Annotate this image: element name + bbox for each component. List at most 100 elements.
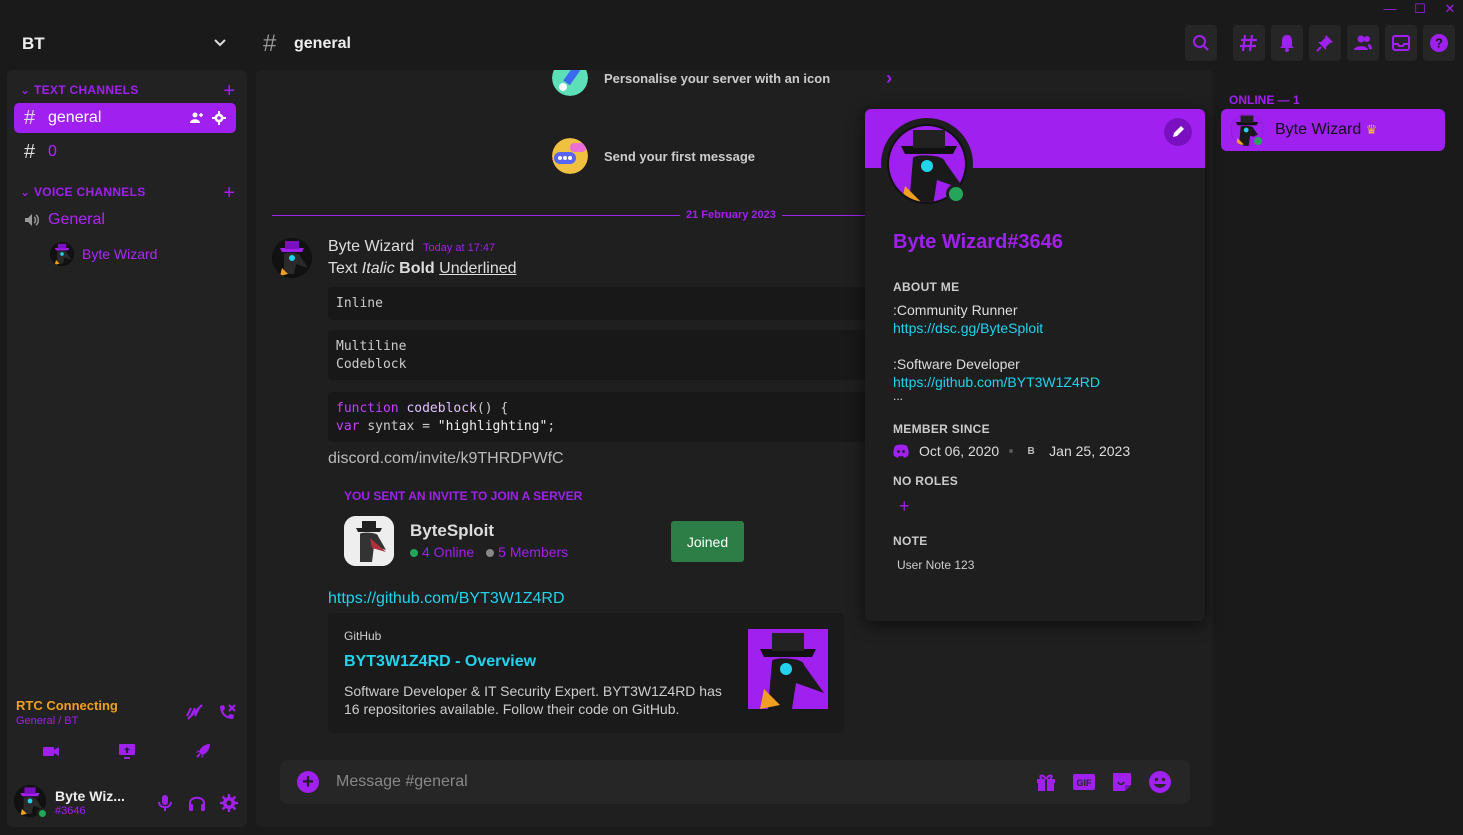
bell-icon xyxy=(1280,35,1294,52)
member-group-header: ONLINE — 1 xyxy=(1229,93,1300,107)
rtc-actions xyxy=(185,702,237,722)
add-voice-channel-button[interactable]: + xyxy=(223,183,235,203)
message-timestamp: Today at 17:47 xyxy=(423,242,496,254)
welcome-item-server-icon[interactable]: Personalise your server with an icon › xyxy=(552,70,892,96)
embed-thumbnail[interactable] xyxy=(748,629,828,709)
online-count-text: 4 Online xyxy=(422,544,475,560)
window-controls: — ☐ ✕ xyxy=(1383,2,1457,16)
gift-icon[interactable] xyxy=(1034,770,1058,794)
inbox-button[interactable] xyxy=(1385,25,1417,61)
pin-icon xyxy=(1316,35,1333,52)
invite-stats: 4 Online 5 Members xyxy=(410,544,568,560)
help-button[interactable]: ? xyxy=(1423,25,1455,61)
voice-channel-general[interactable]: General xyxy=(14,205,236,235)
profile-avatar[interactable] xyxy=(881,118,973,210)
pinned-button[interactable] xyxy=(1309,25,1341,61)
profile-tag: Byte Wizard#3646 xyxy=(893,231,1063,253)
screen-share-icon[interactable] xyxy=(118,742,136,760)
voice-user[interactable]: Byte Wizard xyxy=(50,242,157,266)
about-line: :Software Developer xyxy=(893,356,1020,372)
embed-title[interactable]: BYT3W1Z4RD - Overview xyxy=(344,653,536,671)
user-controls xyxy=(155,793,239,813)
code-keyword: function xyxy=(336,401,399,416)
notifications-button[interactable] xyxy=(1271,25,1303,61)
code-text: Inline xyxy=(336,296,383,311)
search-button[interactable] xyxy=(1185,25,1217,61)
channel-title: general xyxy=(294,35,351,52)
disconnect-icon[interactable] xyxy=(217,702,237,722)
rtc-location[interactable]: General / BT xyxy=(16,715,118,727)
microphone-icon[interactable] xyxy=(155,793,175,813)
about-link[interactable]: https://dsc.gg/ByteSploit xyxy=(893,320,1043,336)
note-label: NOTE xyxy=(893,534,928,548)
invite-link[interactable]: discord.com/invite/k9THRDPWfC xyxy=(328,450,564,468)
gif-icon[interactable]: GIF xyxy=(1072,770,1096,794)
server-avatar[interactable] xyxy=(344,516,394,566)
add-role-button[interactable]: + xyxy=(899,496,910,517)
threads-icon xyxy=(1240,34,1257,52)
online-dot xyxy=(410,549,418,557)
channel-item-general[interactable]: # general xyxy=(14,103,236,133)
speaker-icon xyxy=(25,214,39,226)
channel-sidebar: ⌄ TEXT CHANNELS + # general # 0 ⌄ VOICE … xyxy=(7,70,247,827)
threads-button[interactable] xyxy=(1233,25,1265,61)
code-multiline: Multiline Codeblock xyxy=(328,330,888,380)
pencil-icon xyxy=(1173,126,1184,137)
header-toolbar: ? xyxy=(1185,25,1455,61)
code-line: function codeblock() { xyxy=(336,400,880,418)
server-name[interactable]: BT xyxy=(22,34,45,54)
member-since-dates: Oct 06, 2020 B Jan 25, 2023 xyxy=(893,443,1130,459)
category-label: VOICE CHANNELS xyxy=(34,185,146,199)
server-initial-icon: B xyxy=(1027,445,1035,457)
paintbrush-icon xyxy=(552,70,588,96)
text-plain: Text xyxy=(328,260,358,277)
maximize-icon[interactable]: ☐ xyxy=(1413,2,1427,16)
member-list-button[interactable] xyxy=(1347,25,1379,61)
attach-button[interactable]: + xyxy=(297,771,319,793)
member-name: Byte Wizard ♛ xyxy=(1275,121,1377,139)
about-link[interactable]: https://github.com/BYT3W1Z4RD xyxy=(893,374,1100,390)
about-me-label: ABOUT ME xyxy=(893,280,960,294)
settings-gear-icon[interactable] xyxy=(219,793,239,813)
video-icon[interactable] xyxy=(42,742,60,760)
activity-rocket-icon[interactable] xyxy=(194,742,212,760)
category-text-channels[interactable]: ⌄ TEXT CHANNELS xyxy=(20,83,139,97)
composer-actions: GIF xyxy=(1034,770,1172,794)
invite-card: YOU SENT AN INVITE TO JOIN A SERVER Byte… xyxy=(328,475,760,585)
member-count: 5 Members xyxy=(486,544,568,560)
chevron-down-icon[interactable] xyxy=(213,36,227,50)
headphones-icon[interactable] xyxy=(187,793,207,813)
note-input[interactable]: User Note 123 xyxy=(897,558,974,572)
channel-label: General xyxy=(48,211,105,228)
member-list-item[interactable]: Byte Wizard ♛ xyxy=(1221,109,1445,151)
close-icon[interactable]: ✕ xyxy=(1443,2,1457,16)
gear-icon[interactable] xyxy=(212,111,226,125)
message-author[interactable]: Byte Wizard xyxy=(328,238,414,256)
chevron-right-icon: › xyxy=(886,70,893,88)
sticker-icon[interactable] xyxy=(1110,770,1134,794)
code-line: Codeblock xyxy=(336,357,407,372)
text-bold: Bold xyxy=(399,260,435,277)
text-italic: Italic xyxy=(361,260,395,277)
category-voice-channels[interactable]: ⌄ VOICE CHANNELS xyxy=(20,185,146,199)
online-count: 4 Online xyxy=(410,544,474,560)
help-icon: ? xyxy=(1430,34,1448,52)
add-text-channel-button[interactable]: + xyxy=(223,81,235,101)
edit-profile-button[interactable] xyxy=(1164,118,1192,146)
minimize-icon[interactable]: — xyxy=(1383,2,1397,16)
link-embed: GitHub BYT3W1Z4RD - Overview Software De… xyxy=(328,613,844,733)
invite-icon[interactable] xyxy=(190,111,204,125)
github-link[interactable]: https://github.com/BYT3W1Z4RD xyxy=(328,590,565,608)
message-avatar[interactable] xyxy=(272,238,312,278)
welcome-item-first-message[interactable]: Send your first message xyxy=(552,138,755,174)
channel-item-0[interactable]: # 0 xyxy=(14,137,236,167)
online-status-dot xyxy=(1252,135,1264,147)
joined-button[interactable]: Joined xyxy=(671,521,744,562)
code-line: Multiline xyxy=(336,339,407,354)
welcome-text: Send your first message xyxy=(604,148,755,164)
emoji-icon[interactable] xyxy=(1148,770,1172,794)
date-divider xyxy=(272,215,872,216)
message-input[interactable]: Message #general xyxy=(336,773,468,791)
noise-suppression-icon[interactable] xyxy=(185,702,205,722)
